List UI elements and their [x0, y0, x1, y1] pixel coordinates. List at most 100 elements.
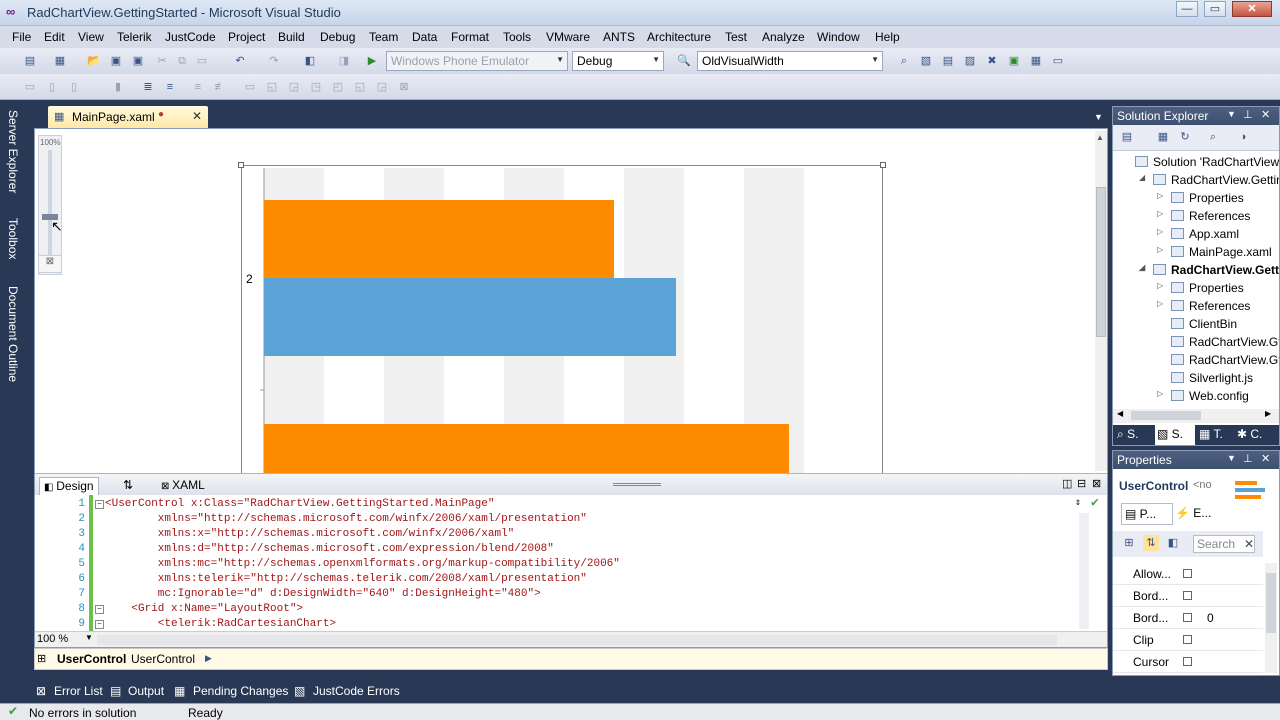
tab-mainpage-xaml[interactable]: ▦ MainPage.xaml ● ✕ [48, 106, 208, 128]
scroll-thumb[interactable] [1131, 411, 1201, 420]
sort-alphabetical-icon[interactable]: ⇅ [1143, 535, 1159, 551]
fit-to-screen-icon[interactable]: ⊠ [38, 255, 62, 273]
tab-t[interactable]: ▦ T. [1199, 427, 1223, 441]
xaml-code-pane[interactable]: 1− <UserControl x:Class="RadChartView.Get… [35, 495, 1107, 631]
tab-s1[interactable]: ⌕ S. [1117, 427, 1138, 442]
prev-bookmark-document-icon[interactable]: ◱ [352, 79, 368, 95]
redo-icon[interactable]: ↷ [266, 53, 282, 69]
tree-item[interactable]: ▷ Web.config [1113, 387, 1279, 405]
fold-toggle-icon[interactable]: − [95, 620, 104, 629]
properties-search-input[interactable]: Search ✕ [1193, 535, 1255, 553]
find-icon[interactable]: ⌕ [896, 53, 912, 69]
undo-icon[interactable]: ↶ [232, 53, 248, 69]
menu-build[interactable]: Build [278, 30, 305, 44]
close-button[interactable]: ✕ [1232, 1, 1272, 17]
cut-icon[interactable]: ✂ [154, 53, 170, 69]
fold-toggle-icon[interactable]: − [95, 500, 104, 509]
tab-s2[interactable]: ▧ S. [1155, 425, 1195, 445]
advanced-options-icon[interactable] [1183, 657, 1192, 666]
expand-arrow-icon[interactable]: ▷ [1157, 209, 1163, 218]
chart-bar[interactable] [264, 278, 676, 356]
menu-data[interactable]: Data [412, 30, 437, 44]
expand-arrow-icon[interactable]: ▷ [1157, 245, 1163, 254]
tree-item[interactable]: Solution 'RadChartView [1113, 153, 1279, 171]
properties-vertical-scrollbar[interactable] [1265, 563, 1277, 673]
menu-project[interactable]: Project [228, 30, 265, 44]
add-item-icon[interactable]: ▦ [52, 53, 68, 69]
property-row[interactable]: Bord... 0 [1113, 607, 1263, 629]
scroll-thumb[interactable] [1096, 187, 1106, 337]
next-bookmark-document-icon[interactable]: ◲ [374, 79, 390, 95]
clear-search-icon[interactable]: ✕ [1244, 537, 1254, 551]
property-row[interactable]: Cursor [1113, 651, 1263, 673]
breadcrumb-arrow-icon[interactable]: ▶ [205, 653, 212, 664]
chevron-down-icon[interactable]: ▼ [85, 633, 93, 642]
menu-tools[interactable]: Tools [503, 30, 531, 44]
tab-dropdown-icon[interactable]: ▼ [1094, 112, 1103, 122]
save-icon[interactable]: ▣ [108, 53, 124, 69]
scroll-up-icon[interactable]: ▲ [1096, 133, 1104, 142]
configuration-combo[interactable]: Debug ▼ [572, 51, 664, 71]
pin-icon[interactable]: ⊥ [1243, 108, 1253, 121]
bookmark-icon[interactable]: ▭ [242, 79, 258, 95]
code-line[interactable]: xmlns="http://schemas.microsoft.com/winf… [105, 513, 587, 525]
code-line[interactable]: xmlns:mc="http://schemas.openxmlformats.… [105, 558, 620, 570]
zoom-slider[interactable]: 100% ↖ [38, 135, 63, 275]
code-line[interactable]: <UserControl x:Class="RadChartView.Getti… [105, 498, 494, 510]
fold-toggle-icon[interactable]: − [95, 605, 104, 614]
menu-architecture[interactable]: Architecture [647, 30, 711, 44]
tab-events[interactable]: ⚡ E... [1175, 506, 1211, 520]
menu-edit[interactable]: Edit [44, 30, 65, 44]
tree-item[interactable]: Silverlight.js [1113, 369, 1279, 387]
menu-test[interactable]: Test [725, 30, 747, 44]
menu-file[interactable]: File [12, 30, 31, 44]
tree-item[interactable]: ▷ References [1113, 297, 1279, 315]
chart-bar[interactable] [264, 424, 789, 473]
navigate-backward-icon[interactable]: ◧ [302, 53, 318, 69]
expand-arrow-icon[interactable]: ▷ [1157, 389, 1163, 398]
chart-bar[interactable] [264, 200, 614, 278]
scroll-thumb[interactable] [1266, 573, 1276, 633]
prev-bookmark-icon[interactable]: ◱ [264, 79, 280, 95]
save-all-icon[interactable]: ▣ [130, 53, 146, 69]
code-line[interactable]: xmlns:x="http://schemas.microsoft.com/wi… [105, 528, 514, 540]
solution-explorer-icon[interactable]: ▧ [918, 53, 934, 69]
advanced-options-icon[interactable] [1183, 613, 1192, 622]
tab-xaml[interactable]: ⊠ XAML [157, 477, 209, 495]
property-pages-icon[interactable]: ◧ [1165, 535, 1181, 551]
extension-manager-icon[interactable]: ▦ [1028, 53, 1044, 69]
breadcrumb-item[interactable]: UserControl [131, 652, 195, 666]
tab-c[interactable]: ✱ C. [1237, 427, 1262, 441]
menu-analyze[interactable]: Analyze [762, 30, 805, 44]
menu-format[interactable]: Format [451, 30, 489, 44]
tab-pending-changes[interactable]: Pending Changes [193, 684, 288, 698]
code-line[interactable]: <telerik:RadCartesianChart> [105, 618, 336, 630]
pin-icon[interactable]: ⊥ [1243, 452, 1253, 465]
code-line[interactable]: xmlns:d="http://schemas.microsoft.com/ex… [105, 543, 554, 555]
object-browser-icon[interactable]: ▨ [962, 53, 978, 69]
tree-item[interactable]: RadChartView.Gt [1113, 333, 1279, 351]
align-rights-icon[interactable]: ▮ [110, 79, 126, 95]
expand-arrow-icon[interactable]: ▷ [1157, 191, 1163, 200]
tree-item[interactable]: ▷ App.xaml [1113, 225, 1279, 243]
align-centers-icon[interactable]: ▯ [66, 79, 82, 95]
advanced-options-icon[interactable] [1183, 635, 1192, 644]
next-bookmark-icon[interactable]: ◲ [286, 79, 302, 95]
splitter-grip[interactable] [613, 483, 661, 486]
tab-error-list[interactable]: Error List [54, 684, 103, 698]
pane-menu-icon[interactable]: ▼ [1227, 453, 1236, 463]
collapse-pane-icon[interactable]: ⊠ [1092, 477, 1101, 490]
new-project-icon[interactable]: ▤ [22, 53, 38, 69]
close-pane-icon[interactable]: ✕ [1261, 452, 1270, 465]
menu-telerik[interactable]: Telerik [117, 30, 152, 44]
pane-menu-icon[interactable]: ▼ [1227, 109, 1236, 119]
clear-bookmarks-icon[interactable]: ⊠ [396, 79, 412, 95]
uncomment-icon[interactable]: ≢ [212, 79, 228, 95]
properties-window-icon[interactable]: ▤ [940, 53, 956, 69]
horizontal-split-icon[interactable]: ⊟ [1077, 477, 1086, 490]
tree-item[interactable]: ▷ Properties [1113, 279, 1279, 297]
collapse-arrow-icon[interactable]: ◢ [1139, 173, 1145, 182]
prev-bookmark-folder-icon[interactable]: ◳ [308, 79, 324, 95]
tree-item[interactable]: ClientBin [1113, 315, 1279, 333]
expand-arrow-icon[interactable]: ▷ [1157, 227, 1163, 236]
